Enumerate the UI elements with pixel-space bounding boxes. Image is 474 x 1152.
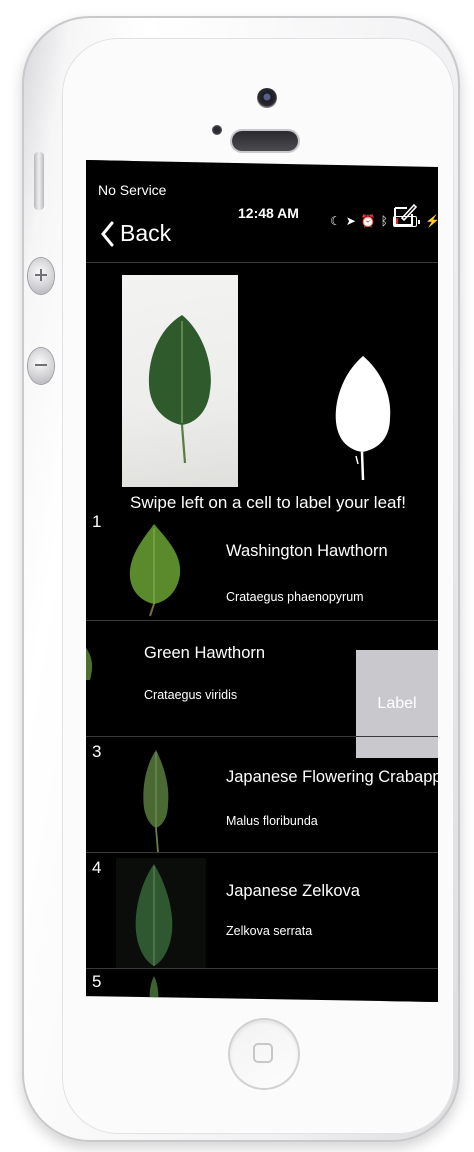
compose-icon[interactable]	[392, 202, 418, 228]
common-name: Japanese Zelkova	[226, 882, 360, 900]
scientific-name: Crataegus phaenopyrum	[226, 590, 364, 604]
leaf-mask	[335, 356, 391, 481]
common-name: Green Hawthorn	[144, 644, 266, 662]
row-number: 1	[92, 512, 102, 531]
leaf-photo	[122, 275, 238, 487]
leaf-thumbnail	[135, 864, 173, 966]
mute-switch	[34, 152, 44, 210]
swipe-instruction: Swipe left on a cell to label your leaf!	[130, 493, 406, 512]
nav-divider	[86, 262, 438, 263]
leaf-row-4[interactable]: 4 Japanese Zelkova Zelkova serrata	[86, 858, 438, 974]
scientific-name: Crataegus viridis	[144, 688, 238, 702]
carrier-label: No Service	[98, 182, 167, 198]
back-button[interactable]: Back	[100, 220, 171, 247]
chevron-left-icon	[101, 221, 114, 246]
row-divider	[86, 736, 438, 737]
common-name: Japanese Flowering Crabapple	[226, 768, 438, 786]
front-camera	[257, 88, 277, 108]
proximity-sensor	[212, 125, 222, 135]
row-number: 4	[92, 858, 102, 877]
row-divider	[86, 852, 438, 853]
back-label: Back	[120, 220, 172, 246]
scientific-name: Zelkova serrata	[226, 924, 313, 938]
row-number: 5	[92, 972, 102, 991]
earpiece-speaker	[232, 131, 298, 151]
leaf-photo-image	[148, 315, 211, 464]
common-name: Washington Hawthorn	[226, 542, 388, 560]
row-divider	[86, 620, 438, 621]
leaf-row-3[interactable]: 3 Japanese Flowering Crabapple Malus flo…	[86, 742, 438, 858]
leaf-thumbnail	[86, 648, 93, 680]
nav-bar: Back	[86, 218, 438, 262]
volume-up-button	[28, 258, 54, 294]
leaf-thumbnail	[129, 524, 181, 617]
volume-down-button	[28, 348, 54, 384]
app-screen: No Service 12:48 AM ☾ ➤ ⏰ ᛒ ⚡ Back Swipe…	[86, 160, 438, 1002]
leaf-row-1[interactable]: 1 Washington Hawthorn Crataegus phaenopy…	[86, 512, 438, 628]
row-number: 3	[92, 742, 102, 761]
row-divider	[86, 968, 438, 969]
leaf-thumbnail	[143, 750, 169, 853]
scientific-name: Malus floribunda	[226, 814, 318, 828]
home-button[interactable]	[230, 1020, 298, 1088]
